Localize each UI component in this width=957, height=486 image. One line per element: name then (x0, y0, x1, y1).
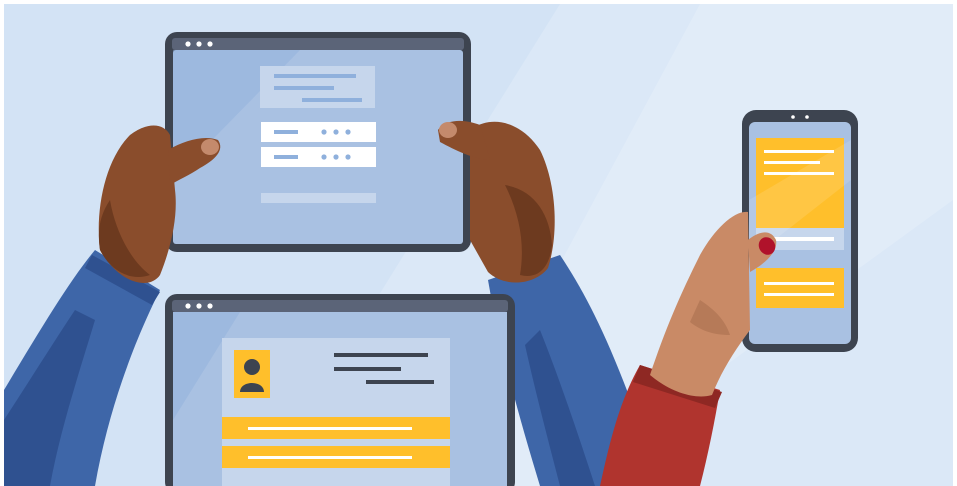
illustration-scene (0, 0, 957, 486)
laptop-device (165, 294, 515, 486)
smartphone-device (742, 110, 858, 352)
login-button (261, 193, 376, 203)
window-dots-icon (185, 41, 191, 47)
illustration-canvas (4, 4, 953, 486)
